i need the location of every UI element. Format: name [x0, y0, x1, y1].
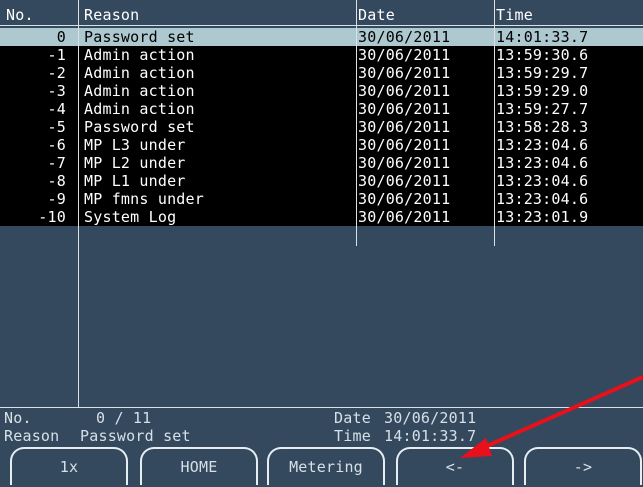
table-bottom-divider [0, 407, 643, 408]
info-reason-value: Password set [80, 427, 191, 445]
table-row[interactable]: -1 Admin action 30/06/2011 13:59:30.6 [0, 46, 643, 64]
row-no: -6 [47, 136, 66, 154]
table-row[interactable]: -5 Password set 30/06/2011 13:58:28.3 [0, 118, 643, 136]
row-no: -4 [47, 100, 66, 118]
zoom-1x-button[interactable]: 1x [10, 447, 128, 485]
table-header: No. Reason Date Time [0, 6, 643, 24]
next-button[interactable]: -> [524, 447, 642, 485]
header-divider [0, 25, 643, 26]
row-no: 0 [56, 28, 66, 46]
row-time: 13:23:04.6 [496, 136, 589, 154]
row-reason: Admin action [84, 100, 195, 118]
row-date: 30/06/2011 [358, 208, 451, 226]
info-no-label: No. [4, 409, 32, 427]
row-reason: MP L1 under [84, 172, 186, 190]
row-no: -5 [47, 118, 66, 136]
table-row[interactable]: -6 MP L3 under 30/06/2011 13:23:04.6 [0, 136, 643, 154]
row-no: -10 [38, 208, 66, 226]
row-reason: Password set [84, 28, 195, 46]
row-date: 30/06/2011 [358, 118, 451, 136]
previous-button[interactable]: <- [396, 447, 514, 485]
header-reason: Reason [84, 6, 140, 24]
row-reason: Admin action [84, 46, 195, 64]
row-no: -9 [47, 190, 66, 208]
row-no: -1 [47, 46, 66, 64]
table-row[interactable]: -7 MP L2 under 30/06/2011 13:23:04.6 [0, 154, 643, 172]
row-reason: MP L3 under [84, 136, 186, 154]
row-reason: Password set [84, 118, 195, 136]
header-no: No. [6, 6, 34, 24]
row-time: 13:59:30.6 [496, 46, 589, 64]
row-date: 30/06/2011 [358, 82, 451, 100]
row-time: 14:01:33.7 [496, 28, 589, 46]
row-date: 30/06/2011 [358, 136, 451, 154]
table-row[interactable]: -3 Admin action 30/06/2011 13:59:29.0 [0, 82, 643, 100]
row-time: 13:59:29.0 [496, 82, 589, 100]
row-no: -8 [47, 172, 66, 190]
column-divider [494, 0, 495, 246]
row-reason: MP L2 under [84, 154, 186, 172]
row-time: 13:59:29.7 [496, 64, 589, 82]
row-time: 13:23:04.6 [496, 172, 589, 190]
row-date: 30/06/2011 [358, 190, 451, 208]
table-row[interactable]: -4 Admin action 30/06/2011 13:59:27.7 [0, 100, 643, 118]
header-date: Date [358, 6, 395, 24]
row-date: 30/06/2011 [358, 64, 451, 82]
row-reason: Admin action [84, 64, 195, 82]
row-no: -3 [47, 82, 66, 100]
row-date: 30/06/2011 [358, 172, 451, 190]
info-no-value: 0 / 11 [96, 409, 152, 427]
row-date: 30/06/2011 [358, 28, 451, 46]
metering-button[interactable]: Metering [267, 447, 385, 485]
info-date-value: 30/06/2011 [384, 409, 477, 427]
header-time: Time [496, 6, 533, 24]
row-no: -2 [47, 64, 66, 82]
row-reason: System Log [84, 208, 177, 226]
table-row[interactable]: -2 Admin action 30/06/2011 13:59:29.7 [0, 64, 643, 82]
column-divider [356, 0, 357, 246]
event-log-table: No. Reason Date Time 0 Password set 30/0… [0, 0, 643, 407]
row-time: 13:58:28.3 [496, 118, 589, 136]
info-date-label: Date [334, 409, 371, 427]
column-divider [78, 0, 79, 407]
info-time-value: 14:01:33.7 [384, 427, 477, 445]
info-reason-label: Reason [4, 427, 60, 445]
info-time-label: Time [334, 427, 371, 445]
table-row[interactable]: -9 MP fmns under 30/06/2011 13:23:04.6 [0, 190, 643, 208]
row-date: 30/06/2011 [358, 100, 451, 118]
table-row[interactable]: -8 MP L1 under 30/06/2011 13:23:04.6 [0, 172, 643, 190]
row-reason: Admin action [84, 82, 195, 100]
info-line-2: Reason Password set Time 14:01:33.7 [0, 427, 643, 445]
row-time: 13:23:01.9 [496, 208, 589, 226]
row-time: 13:59:27.7 [496, 100, 589, 118]
home-button[interactable]: HOME [140, 447, 258, 485]
selected-event-info: No. 0 / 11 Date 30/06/2011 Reason Passwo… [0, 409, 643, 449]
row-reason: MP fmns under [84, 190, 204, 208]
row-time: 13:23:04.6 [496, 154, 589, 172]
row-time: 13:23:04.6 [496, 190, 589, 208]
row-date: 30/06/2011 [358, 46, 451, 64]
table-row[interactable]: -10 System Log 30/06/2011 13:23:01.9 [0, 208, 643, 226]
row-date: 30/06/2011 [358, 154, 451, 172]
table-row[interactable]: 0 Password set 30/06/2011 14:01:33.7 [0, 28, 643, 46]
info-line-1: No. 0 / 11 Date 30/06/2011 [0, 409, 643, 427]
row-no: -7 [47, 154, 66, 172]
softkey-bar: 1x HOME Metering <- -> [0, 447, 643, 487]
